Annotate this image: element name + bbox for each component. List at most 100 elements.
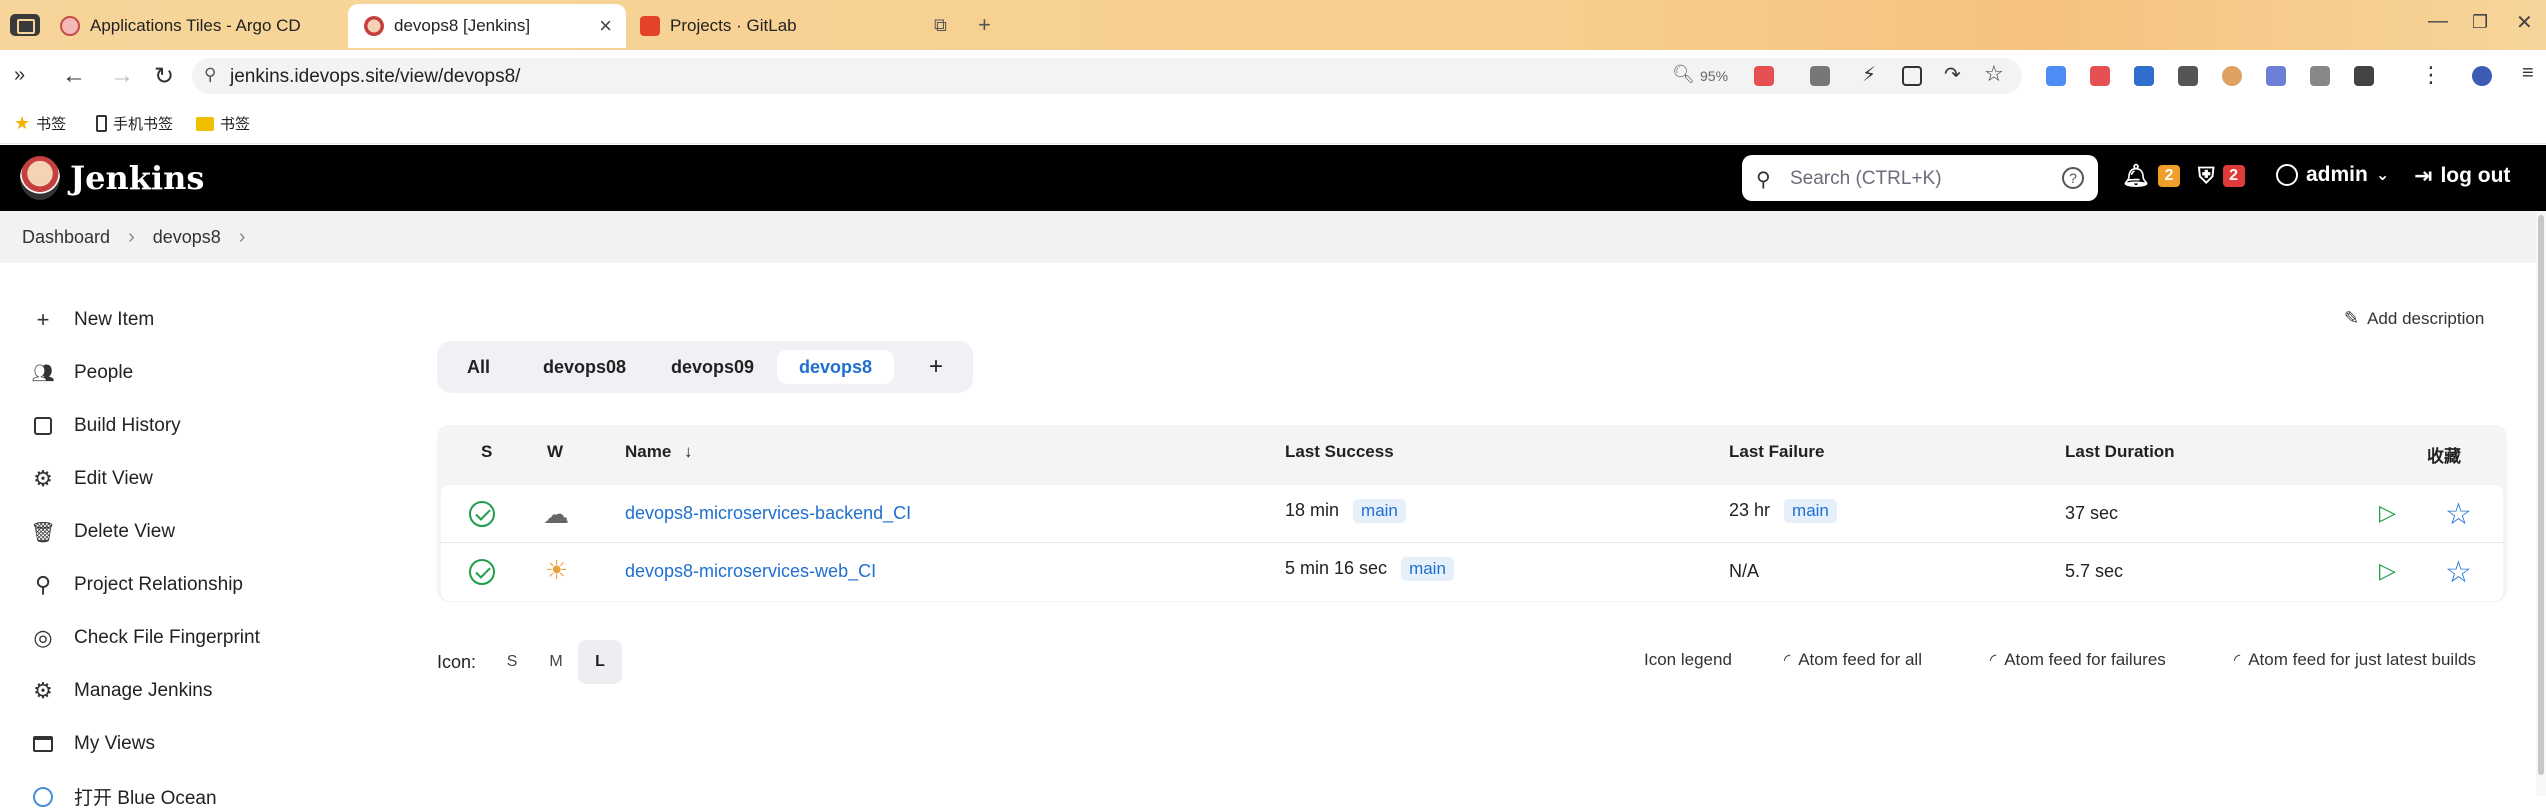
sidebar-item-new-item[interactable]: + New Item (32, 307, 155, 332)
user-menu[interactable]: admin ⌄ (2276, 163, 2389, 187)
sidebar-item-edit-view[interactable]: ⚙︎ Edit View (32, 466, 153, 491)
icon-legend-link[interactable]: Icon legend (1644, 650, 1732, 670)
screenshot-icon[interactable] (1902, 66, 1922, 86)
tab-gitlab[interactable]: Projects · GitLab (640, 4, 910, 48)
profile-avatar-icon[interactable] (2472, 66, 2492, 86)
last-success-cell: 5 min 16 sec main (1285, 557, 1454, 581)
sidebar-item-delete-view[interactable]: 🗑︎ Delete View (30, 521, 175, 544)
breadcrumb-dashboard[interactable]: Dashboard (22, 227, 110, 248)
last-failure-cell: N/A (1729, 561, 1760, 581)
scrollbar-thumb[interactable] (2538, 215, 2544, 775)
sidebar-item-check-fingerprint[interactable]: ◎ Check File Fingerprint (32, 625, 259, 650)
sidebar-expand-icon[interactable]: » (14, 64, 25, 87)
search-box[interactable]: ⚲ Search (CTRL+K) ? (1742, 155, 2098, 201)
sidebar-item-people[interactable]: 👥︎ People (32, 362, 134, 384)
build-now-play-icon[interactable]: ▷ (2379, 500, 2396, 526)
restore-icon[interactable]: ❐ (2472, 12, 2488, 33)
search-input[interactable]: Search (CTRL+K) (1790, 168, 1942, 190)
bookmark-item[interactable]: 书签 (196, 113, 250, 134)
column-name[interactable]: Name ↓ (625, 442, 693, 462)
chevron-right-icon[interactable]: › (239, 226, 246, 249)
sidebar-item-project-relationship[interactable]: ⚲ Project Relationship (32, 572, 243, 597)
bell-icon: 🔔︎ (2122, 163, 2150, 188)
extension-5-icon[interactable] (2222, 66, 2242, 86)
logout-button[interactable]: ⇥ log out (2414, 163, 2510, 189)
icon-size-l[interactable]: L (578, 640, 623, 684)
sidebar-item-manage-jenkins[interactable]: ⚙︎ Manage Jenkins (32, 678, 212, 703)
icon-size-s[interactable]: S (490, 640, 534, 684)
window-close-icon[interactable]: ✕ (2516, 10, 2533, 35)
translate-icon[interactable] (1810, 66, 1830, 86)
column-last-duration[interactable]: Last Duration (2065, 442, 2175, 462)
tab-devops8[interactable]: devops8 (777, 350, 895, 384)
atom-feed-failures-link[interactable]: ◜ Atom feed for failures (1990, 650, 2166, 670)
extension-1-icon[interactable] (2046, 66, 2066, 86)
extension-7-icon[interactable] (2310, 66, 2330, 86)
column-status[interactable]: S (481, 442, 492, 462)
tab-all[interactable]: All (445, 350, 512, 384)
reader-mode-icon[interactable] (1754, 66, 1774, 86)
reload-icon[interactable]: ↻ (154, 62, 174, 91)
column-last-failure[interactable]: Last Failure (1729, 442, 1824, 462)
cloudy-weather-icon: ☁︎ (543, 499, 569, 529)
zoom-level[interactable]: 95% (1700, 68, 1728, 84)
menu-dots-icon[interactable]: ⋮ (2420, 62, 2442, 88)
url-bar[interactable]: ⚲ jenkins.idevops.site/view/devops8/ 🔍︎ … (192, 58, 2022, 94)
jenkins-logo-icon[interactable] (20, 156, 60, 200)
zoom-icon[interactable]: 🔍︎ (1672, 64, 1695, 85)
tab-devops08[interactable]: devops08 (521, 350, 648, 384)
fingerprint-icon: ◎ (33, 625, 53, 650)
minimize-icon[interactable]: — (2428, 10, 2448, 33)
branch-badge[interactable]: main (1401, 557, 1454, 581)
atom-feed-latest-link[interactable]: ◜ Atom feed for just latest builds (2234, 650, 2476, 670)
job-name-link[interactable]: devops8-microservices-web_CI (625, 561, 876, 582)
qr-code-icon[interactable] (2178, 66, 2198, 86)
help-icon[interactable]: ? (2062, 167, 2084, 189)
sidebar-item-blue-ocean[interactable]: 打开 Blue Ocean (32, 783, 217, 810)
security-badge: 2 (2222, 165, 2245, 187)
tab-groups-icon[interactable]: ⧉ (934, 15, 947, 36)
tab-title: Applications Tiles - Argo CD (90, 16, 301, 35)
branch-badge[interactable]: main (1353, 499, 1406, 523)
breadcrumb-devops8[interactable]: devops8 (153, 227, 221, 248)
branch-badge[interactable]: main (1784, 499, 1837, 523)
new-tab-icon[interactable]: + (978, 12, 991, 38)
favorite-star-icon[interactable]: ☆ (2445, 555, 2472, 590)
security-button[interactable]: ⛨ 2 (2198, 163, 2245, 189)
sidebar-item-my-views[interactable]: My Views (32, 733, 155, 755)
share-icon[interactable]: ↷ (1944, 62, 1961, 87)
build-now-play-icon[interactable]: ▷ (2379, 558, 2396, 584)
column-last-success[interactable]: Last Success (1285, 442, 1394, 462)
forward-icon[interactable]: → (110, 62, 134, 90)
extension-6-icon[interactable] (2266, 66, 2286, 86)
extension-8-icon[interactable] (2354, 66, 2374, 86)
atom-feed-all-link[interactable]: ◜ Atom feed for all (1784, 650, 1922, 670)
tab-argocd[interactable]: Applications Tiles - Argo CD (60, 4, 345, 48)
bookmark-item[interactable]: ★ 书签 (14, 113, 66, 134)
add-description-button[interactable]: ✎ Add description (2344, 308, 2484, 329)
bookmark-star-icon[interactable]: ☆ (1984, 61, 2004, 87)
job-name-link[interactable]: devops8-microservices-backend_CI (625, 503, 911, 524)
column-favorite: 收藏 (2427, 447, 2461, 466)
icon-size-m[interactable]: M (534, 640, 578, 684)
jenkins-logo-text[interactable]: Jenkins (70, 159, 204, 197)
column-weather[interactable]: W (547, 442, 563, 462)
extension-3-icon[interactable] (2134, 66, 2154, 86)
back-icon[interactable]: ← (62, 62, 86, 90)
sidebar-item-build-history[interactable]: Build History (32, 415, 181, 437)
site-info-icon[interactable]: ⚲ (204, 65, 216, 85)
extension-pdf-icon[interactable] (2090, 66, 2110, 86)
notifications-button[interactable]: 🔔︎ 2 (2122, 163, 2180, 189)
folder-icon (196, 116, 214, 131)
url-text[interactable]: jenkins.idevops.site/view/devops8/ (230, 66, 520, 88)
add-view-icon[interactable]: + (907, 350, 965, 384)
table-row: ☀︎ devops8-microservices-web_CI 5 min 16… (441, 543, 2503, 601)
tab-devops09[interactable]: devops09 (649, 350, 776, 384)
favorite-star-icon[interactable]: ☆ (2445, 497, 2472, 532)
bookmark-item[interactable]: 手机书签 (96, 113, 173, 134)
browser-menu-icon[interactable]: ≡ (2522, 62, 2534, 85)
tab-jenkins[interactable]: devops8 [Jenkins] × (348, 4, 626, 48)
close-icon[interactable]: × (599, 13, 612, 39)
sidebar-toggle-icon[interactable] (10, 14, 40, 36)
lightning-icon[interactable]: ⚡︎ (1862, 62, 1876, 87)
